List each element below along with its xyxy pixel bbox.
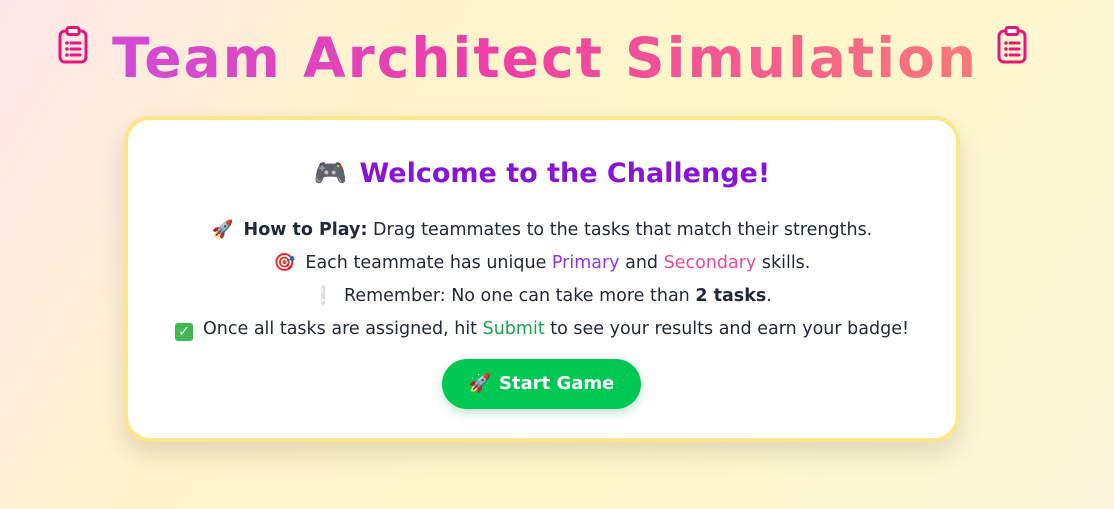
rule-text: Drag teammates to the tasks that match t… — [367, 220, 873, 240]
clipboard-icon — [58, 26, 88, 64]
page-title: Team Architect Simulation — [112, 22, 976, 94]
rule-text: and — [619, 253, 664, 273]
rule-task-limit: ❕ Remember: No one can take more than 2 t… — [128, 280, 956, 313]
check-icon: ✓ — [175, 323, 193, 341]
header: Team Architect Simulation — [0, 22, 1114, 94]
clipboard-icon — [997, 26, 1027, 64]
rule-submit: ✓ Once all tasks are assigned, hit Submit… — [128, 313, 956, 346]
rule-how-to-play: 🚀 How to Play: Drag teammates to the task… — [128, 214, 956, 247]
rocket-icon: 🚀 — [468, 373, 492, 394]
rule-text: Remember: No one can take more than — [343, 286, 696, 306]
rule-text: Each teammate has unique — [305, 253, 552, 273]
target-icon: 🎯 — [273, 253, 296, 273]
rule-label: How to Play: — [243, 220, 368, 240]
rule-text: skills. — [756, 253, 811, 273]
exclamation-icon: ❕ — [312, 286, 334, 306]
task-limit-value: 2 tasks — [695, 286, 767, 306]
submit-keyword: Submit — [482, 319, 545, 339]
primary-skill-label: Primary — [551, 253, 620, 273]
rocket-icon: 🚀 — [211, 220, 234, 240]
welcome-card: 🎮 Welcome to the Challenge! 🚀 How to Play:… — [124, 116, 960, 442]
start-game-button[interactable]: 🚀 Start Game — [442, 359, 641, 409]
rule-text: Once all tasks are assigned, hit — [203, 319, 483, 339]
rule-text: to see your results and earn your badge! — [544, 319, 909, 339]
rule-skills: 🎯 Each teammate has unique Primary and Se… — [128, 247, 956, 280]
rule-text: . — [766, 286, 772, 306]
card-title-text: Welcome to the Challenge! — [359, 158, 771, 189]
card-title: 🎮 Welcome to the Challenge! — [128, 156, 956, 192]
rules-list: 🚀 How to Play: Drag teammates to the task… — [128, 214, 956, 346]
secondary-skill-label: Secondary — [663, 253, 757, 273]
game-controller-icon: 🎮 — [313, 158, 348, 189]
start-game-label: Start Game — [499, 373, 615, 394]
